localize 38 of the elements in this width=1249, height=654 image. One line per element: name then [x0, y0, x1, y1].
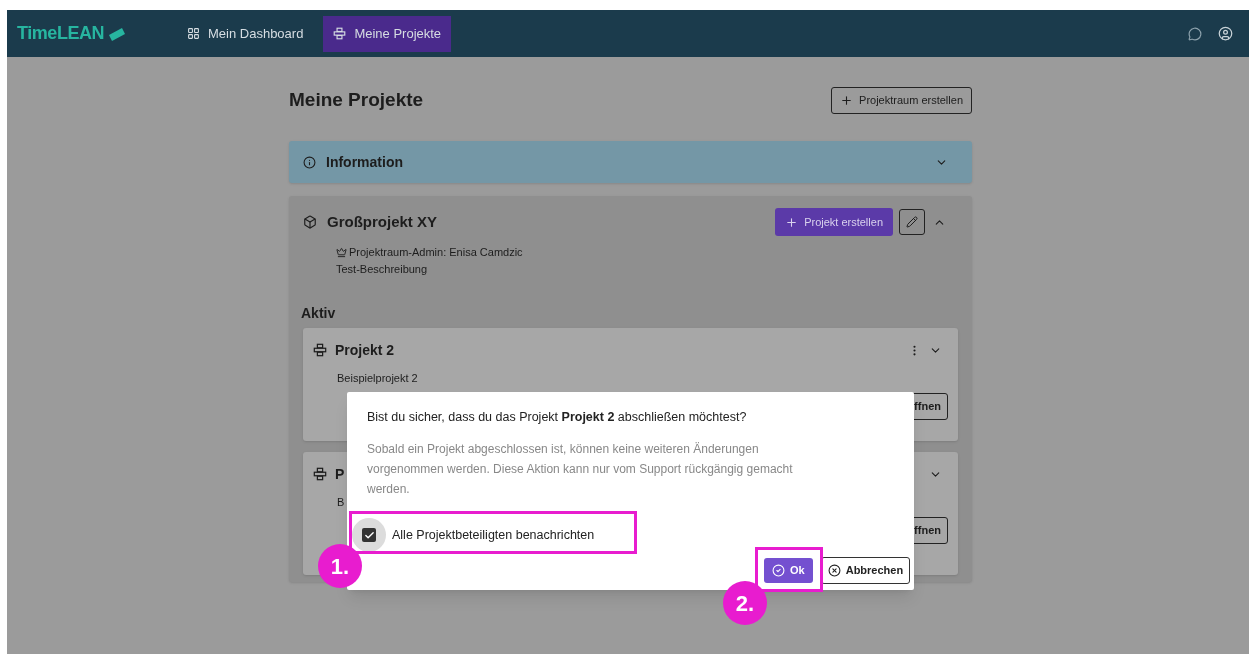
nav-tab[interactable]: Mein Dashboard: [177, 15, 314, 52]
plus-icon: [785, 215, 799, 229]
project-icon: [313, 467, 327, 481]
chat-icon[interactable]: [1188, 26, 1202, 41]
project-icon: [313, 343, 327, 357]
plus-icon: [840, 93, 854, 107]
panel-title: Information: [326, 152, 403, 172]
crown-icon: [336, 246, 347, 258]
space-description: Test-Beschreibung: [336, 261, 429, 277]
section-heading: Aktiv: [301, 304, 337, 323]
check-icon: [363, 529, 375, 541]
info-icon: [303, 155, 316, 169]
grid-icon: [187, 27, 200, 40]
space-title: Großprojekt XY: [327, 211, 438, 232]
admin-label: Projektraum-Admin: Enisa Camdzic: [349, 245, 523, 260]
close-circle-icon: [827, 564, 841, 577]
project-title: Projekt 2: [335, 340, 395, 360]
dialog-message: Sobald ein Projekt abgeschlossen ist, können keine weiteren Änderungen vorgenommen werden. Diese Aktion kann nur vom Support rückgängig gemacht werden.: [367, 440, 794, 498]
checkbox[interactable]: [362, 528, 376, 542]
logo-icon: [108, 25, 127, 42]
project-title: P: [335, 464, 345, 484]
checkbox-label: Alle Projektbeteiligten benachrichten: [392, 526, 595, 544]
dialog-title: Bist du sicher, dass du das Projekt Projekt 2 abschließen möchtest?: [367, 409, 748, 426]
project-description: B: [337, 495, 346, 510]
create-space-button[interactable]: Projektraum erstellen: [831, 86, 972, 114]
cube-icon: [303, 215, 317, 229]
project-description: Beispielprojekt 2: [337, 371, 419, 386]
edit-button[interactable]: [899, 209, 925, 235]
create-project-button[interactable]: Projekt erstellen: [775, 208, 893, 236]
page-title: Meine Projekte: [289, 87, 424, 112]
nav-tab[interactable]: Meine Projekte: [323, 15, 452, 52]
ok-button[interactable]: Ok: [764, 558, 813, 583]
project-icon: [333, 27, 347, 40]
check-circle-icon: [772, 564, 785, 577]
logo[interactable]: TimeLEAN: [17, 20, 105, 47]
user-icon[interactable]: [1218, 26, 1233, 41]
pencil-icon: [906, 216, 918, 228]
information-panel[interactable]: Information: [289, 141, 972, 183]
